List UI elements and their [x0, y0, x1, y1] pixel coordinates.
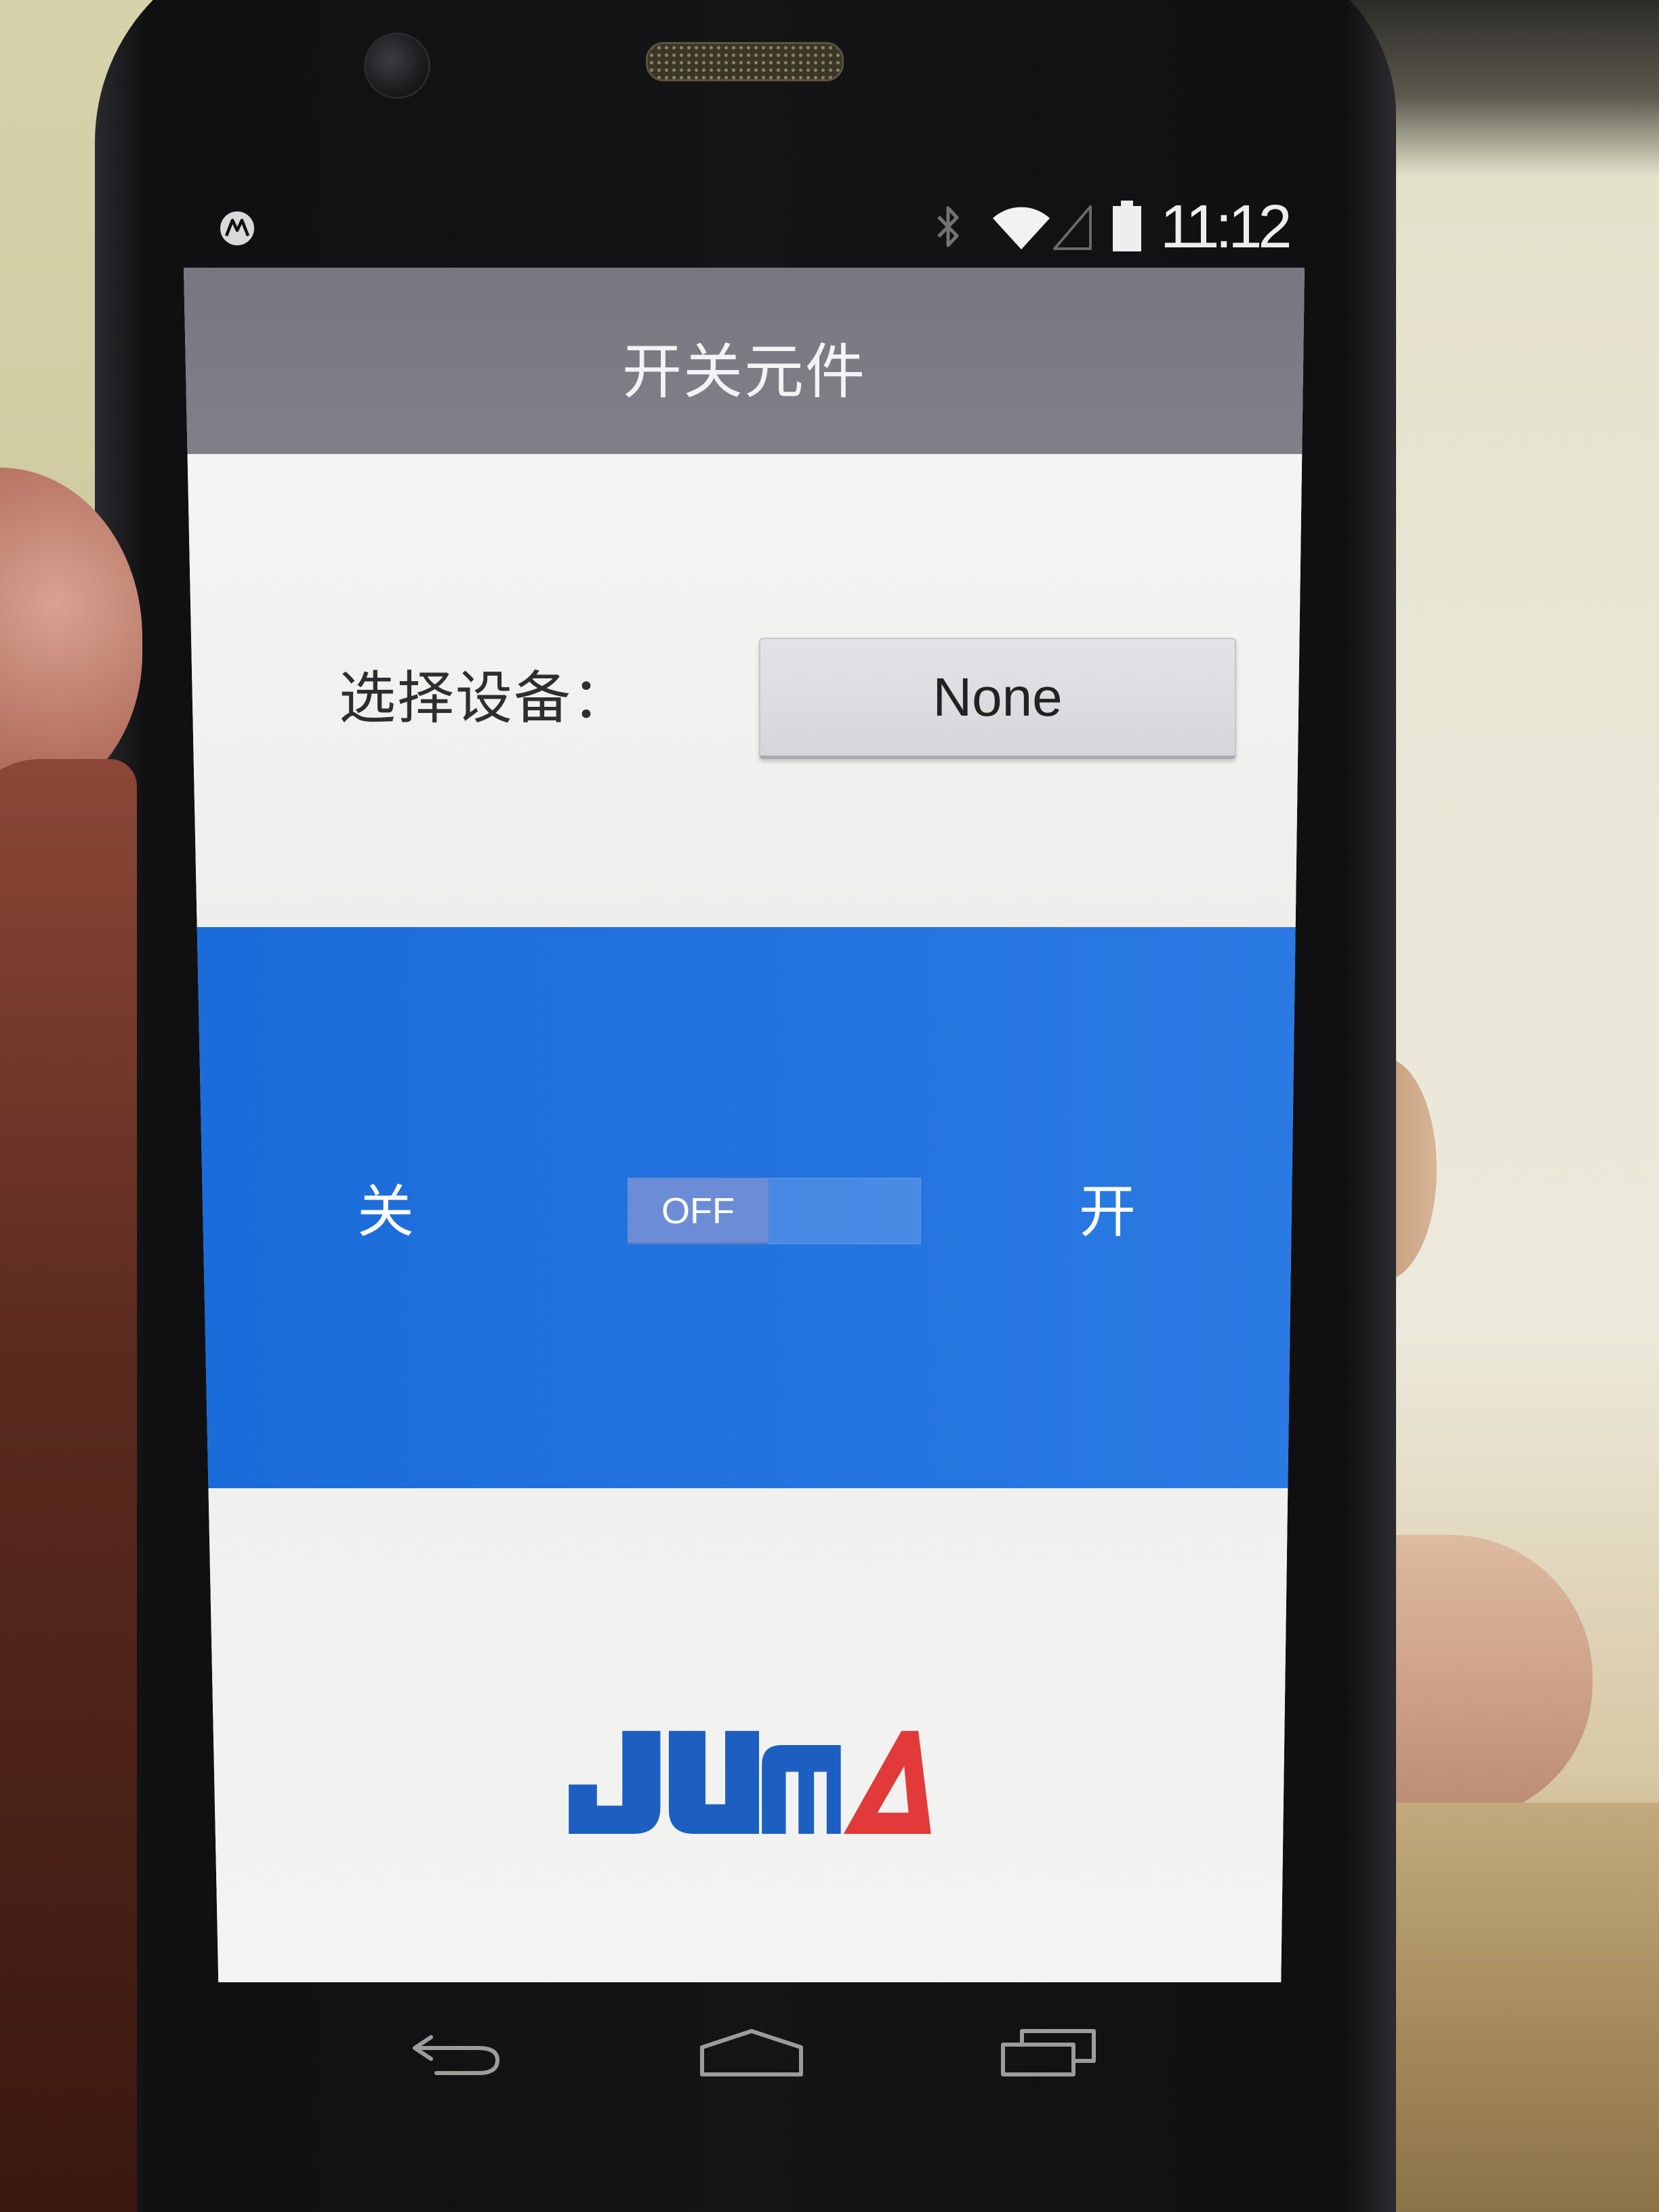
- back-icon: [413, 2035, 499, 2075]
- app-screen: 开关元件 选择设备： None 关 OFF 开: [184, 268, 1305, 1982]
- logo-letter-u: [668, 1731, 760, 1834]
- bluetooth-icon: [934, 202, 962, 251]
- switch-on-label: 开: [1078, 1179, 1136, 1245]
- logo-letter-j: [569, 1731, 661, 1834]
- device-select-section: 选择设备： None: [184, 454, 1305, 927]
- recents-icon: [1001, 2029, 1096, 2076]
- back-button[interactable]: [409, 2032, 504, 2076]
- recents-button[interactable]: [999, 2027, 1098, 2077]
- palm: [0, 759, 137, 2212]
- battery-icon: [1111, 201, 1143, 251]
- page-title: 开关元件: [621, 337, 866, 407]
- juma-logo: [569, 1731, 931, 1834]
- home-button[interactable]: [698, 2027, 805, 2077]
- power-toggle-switch[interactable]: OFF: [628, 1178, 921, 1244]
- motorola-logo-icon: [220, 211, 255, 246]
- switch-off-label: 关: [356, 1179, 414, 1245]
- logo-letter-a: [843, 1731, 931, 1834]
- footer: [184, 1488, 1305, 1982]
- status-time: 11:12: [1160, 193, 1292, 261]
- device-select-value: None: [933, 667, 1063, 727]
- device-select-button[interactable]: None: [759, 638, 1236, 759]
- switch-panel: 关 OFF 开: [184, 927, 1305, 1488]
- device-select-label: 选择设备：: [339, 665, 631, 731]
- logo-letter-m: [762, 1744, 841, 1834]
- earpiece-speaker: [646, 42, 844, 81]
- home-icon: [700, 2029, 803, 2076]
- wifi-icon: [991, 203, 1051, 251]
- front-camera: [364, 33, 430, 99]
- toggle-thumb[interactable]: OFF: [628, 1178, 769, 1244]
- signal-icon: [1051, 203, 1093, 251]
- app-bar: 开关元件: [184, 268, 1305, 454]
- toggle-state-text: OFF: [661, 1191, 735, 1231]
- photo-scene: 11:12 开关元件 选择设备： None 关 OFF 开: [0, 0, 1659, 2212]
